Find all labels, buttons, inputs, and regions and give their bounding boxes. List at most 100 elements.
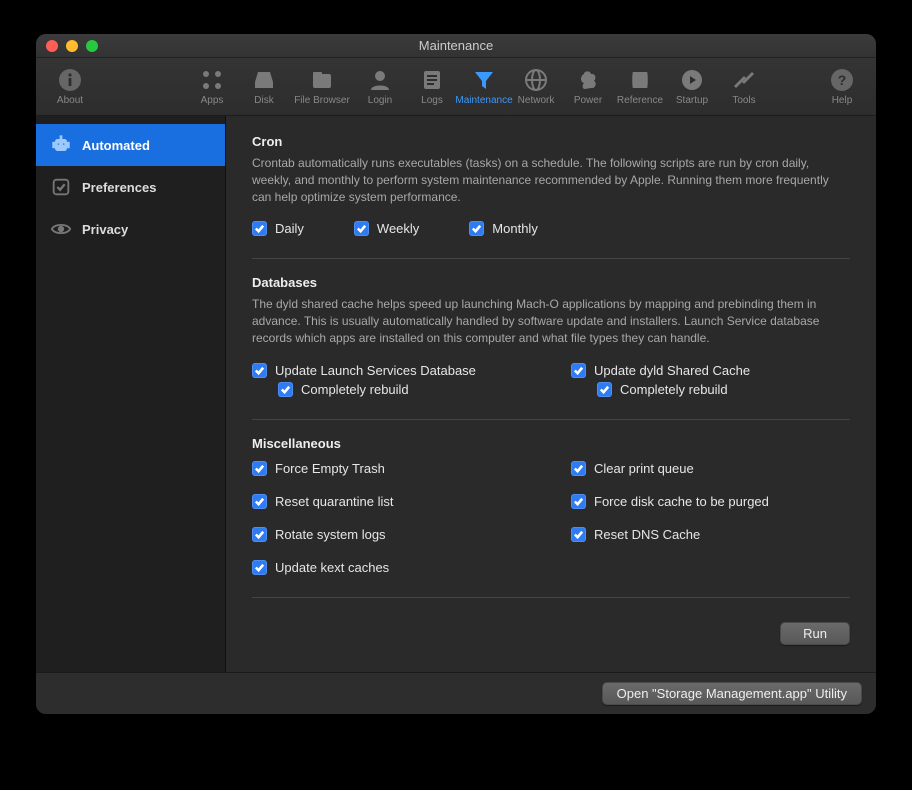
apps-icon [200,68,224,92]
checkbox-label: Reset quarantine list [275,494,394,509]
toolbar-label: Power [574,95,602,106]
checkbox-force-empty-trash[interactable]: Force Empty Trash [252,461,531,476]
toolbar-disk[interactable]: Disk [238,68,290,106]
toolbar-about[interactable]: About [44,68,96,106]
check-icon [252,527,267,542]
section-description: Crontab automatically runs executables (… [252,155,850,205]
checkbox-label: Update dyld Shared Cache [594,363,750,378]
section-title: Cron [252,134,850,149]
file-browser-icon [310,68,334,92]
toolbar-login[interactable]: Login [354,68,406,106]
toolbar-label: Login [368,95,392,106]
check-icon [252,461,267,476]
checkbox-clear-print-queue[interactable]: Clear print queue [571,461,850,476]
toolbar-label: Disk [254,95,273,106]
sidebar-label: Preferences [82,180,156,195]
toolbar-file-browser[interactable]: File Browser [290,68,354,106]
checkbox-update-launch-services[interactable]: Update Launch Services Database [252,363,531,378]
checkbox-label: Update Launch Services Database [275,363,476,378]
sidebar-label: Automated [82,138,150,153]
check-icon [571,494,586,509]
toolbar-help-label: Help [832,95,853,106]
checkbox-label: Force Empty Trash [275,461,385,476]
power-icon [576,68,600,92]
toolbar: About Apps Disk File Browser Login Logs [36,58,876,116]
reference-icon [628,68,652,92]
toolbar-label: Logs [421,95,443,106]
check-icon [252,494,267,509]
toolbar-label: Maintenance [455,95,512,106]
checkbox-label: Completely rebuild [301,382,409,397]
login-icon [368,68,392,92]
checkbox-label: Monthly [492,221,538,236]
toolbar-about-label: About [57,95,83,106]
traffic-lights [46,40,98,52]
sidebar: Automated Preferences Privacy [36,116,226,672]
section-cron: Cron Crontab automatically runs executab… [252,134,850,259]
toolbar-startup[interactable]: Startup [666,68,718,106]
checkbox-label: Weekly [377,221,419,236]
maintenance-icon [472,68,496,92]
checkbox-reset-dns-cache[interactable]: Reset DNS Cache [571,527,850,542]
help-icon: ? [830,68,854,92]
toolbar-network[interactable]: Network [510,68,562,106]
run-button-row: Run [252,622,850,645]
checkbox-label: Force disk cache to be purged [594,494,769,509]
sidebar-item-automated[interactable]: Automated [36,124,225,166]
minimize-window-button[interactable] [66,40,78,52]
toolbar-apps[interactable]: Apps [186,68,238,106]
check-icon [571,527,586,542]
body: Automated Preferences Privacy Cron Cront… [36,116,876,672]
checkbox-label: Reset DNS Cache [594,527,700,542]
toolbar-help[interactable]: ? Help [816,68,868,106]
checkbox-reset-quarantine[interactable]: Reset quarantine list [252,494,531,509]
check-icon [597,382,612,397]
checkbox-monthly[interactable]: Monthly [469,221,538,236]
checkbox-icon [50,176,72,198]
footer: Open "Storage Management.app" Utility [36,672,876,714]
close-window-button[interactable] [46,40,58,52]
toolbar-reference[interactable]: Reference [614,68,666,106]
section-description: The dyld shared cache helps speed up lau… [252,296,850,346]
toolbar-logs[interactable]: Logs [406,68,458,106]
toolbar-label: Tools [732,95,755,106]
run-button[interactable]: Run [780,622,850,645]
disk-icon [252,68,276,92]
checkbox-daily[interactable]: Daily [252,221,304,236]
open-storage-management-button[interactable]: Open "Storage Management.app" Utility [602,682,862,705]
sidebar-label: Privacy [82,222,128,237]
section-misc: Miscellaneous Force Empty Trash Clear pr… [252,436,850,598]
tools-icon [732,68,756,92]
toolbar-label: Network [518,95,555,106]
checkbox-rotate-system-logs[interactable]: Rotate system logs [252,527,531,542]
check-icon [469,221,484,236]
toolbar-label: Reference [617,95,663,106]
checkbox-label: Rotate system logs [275,527,386,542]
toolbar-label: File Browser [294,95,350,106]
checkbox-force-disk-cache-purge[interactable]: Force disk cache to be purged [571,494,850,509]
toolbar-center: Apps Disk File Browser Login Logs Mainte… [186,68,770,106]
checkbox-dyld-rebuild[interactable]: Completely rebuild [597,382,850,397]
sidebar-item-preferences[interactable]: Preferences [36,166,225,208]
section-title: Miscellaneous [252,436,850,451]
info-icon [58,68,82,92]
check-icon [252,560,267,575]
toolbar-power[interactable]: Power [562,68,614,106]
app-window: Maintenance About Apps Disk File Browser… [36,34,876,714]
toolbar-maintenance[interactable]: Maintenance [458,68,510,106]
network-icon [524,68,548,92]
check-icon [571,363,586,378]
checkbox-label: Update kext caches [275,560,389,575]
check-icon [252,221,267,236]
logs-icon [420,68,444,92]
checkbox-update-dyld-cache[interactable]: Update dyld Shared Cache [571,363,850,378]
zoom-window-button[interactable] [86,40,98,52]
checkbox-weekly[interactable]: Weekly [354,221,419,236]
toolbar-tools[interactable]: Tools [718,68,770,106]
checkbox-launch-services-rebuild[interactable]: Completely rebuild [278,382,531,397]
checkbox-label: Daily [275,221,304,236]
eye-icon [50,218,72,240]
checkbox-update-kext-caches[interactable]: Update kext caches [252,560,531,575]
sidebar-item-privacy[interactable]: Privacy [36,208,225,250]
section-title: Databases [252,275,850,290]
